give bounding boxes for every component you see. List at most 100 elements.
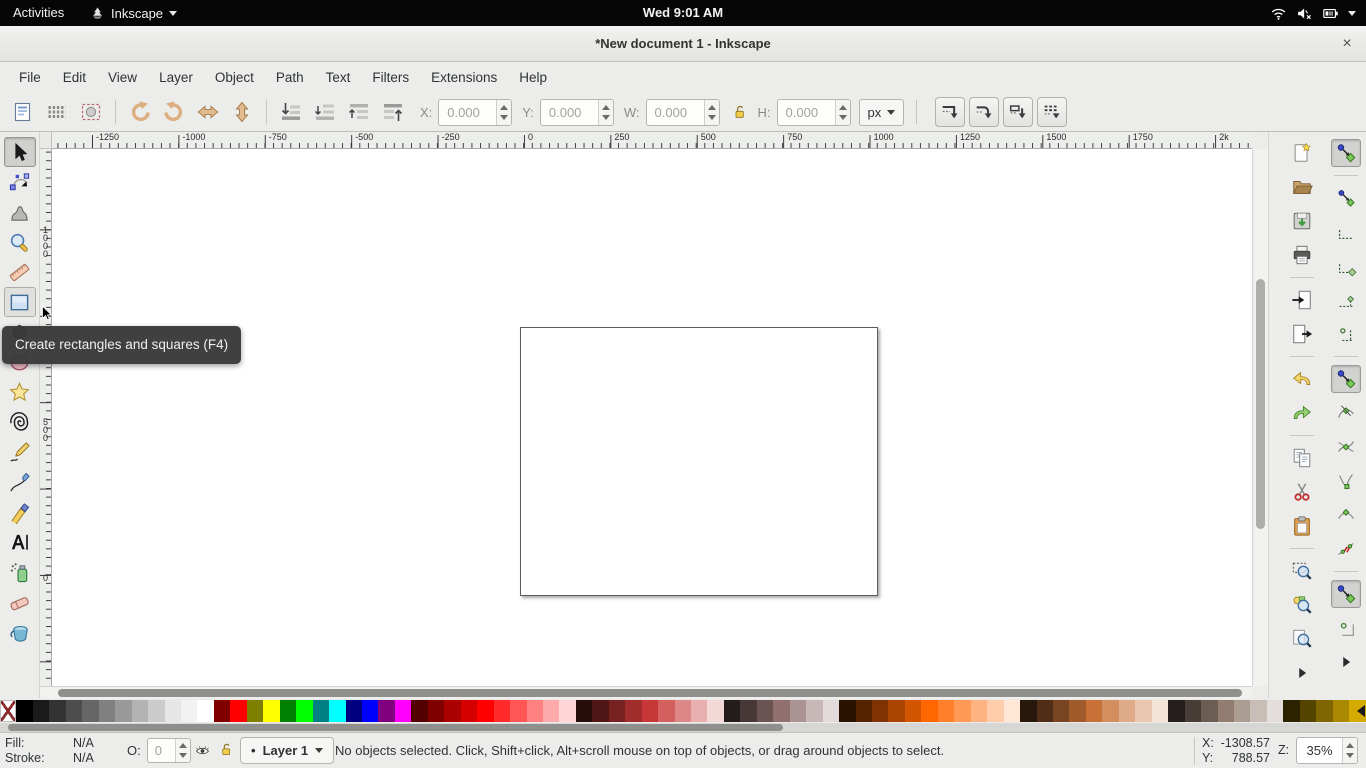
x-field[interactable]: 0.000 bbox=[438, 99, 512, 126]
color-swatch[interactable] bbox=[82, 700, 98, 722]
menu-item[interactable]: File bbox=[8, 62, 52, 93]
selector-tool[interactable] bbox=[4, 137, 36, 167]
title-bar[interactable]: *New document 1 - Inkscape × bbox=[0, 26, 1366, 62]
color-swatch[interactable] bbox=[740, 700, 756, 722]
color-swatch[interactable] bbox=[724, 700, 740, 722]
color-swatch[interactable] bbox=[0, 700, 16, 722]
clock[interactable]: Wed 9:01 AM bbox=[0, 0, 1366, 26]
color-swatch[interactable] bbox=[33, 700, 49, 722]
snap-expander[interactable] bbox=[1331, 648, 1361, 676]
snap-paths-toggle[interactable] bbox=[1331, 399, 1361, 427]
zoom-tool[interactable] bbox=[4, 227, 36, 257]
color-swatch[interactable] bbox=[49, 700, 65, 722]
snap-bbox-centers-toggle[interactable] bbox=[1331, 320, 1361, 348]
deselect-button[interactable] bbox=[76, 97, 106, 127]
color-swatch[interactable] bbox=[1135, 700, 1151, 722]
snap-button[interactable] bbox=[1334, 571, 1358, 572]
vertical-scrollbar[interactable] bbox=[1252, 149, 1268, 686]
layer-selector-dropdown[interactable]: • Layer 1 bbox=[240, 737, 334, 764]
new-document-button[interactable] bbox=[1287, 139, 1317, 167]
color-swatch[interactable] bbox=[444, 700, 460, 722]
palette-scrollbar[interactable] bbox=[0, 723, 1366, 732]
zoom-selection-button[interactable] bbox=[1287, 557, 1317, 585]
color-swatch[interactable] bbox=[1234, 700, 1250, 722]
close-window-button[interactable]: × bbox=[1336, 33, 1358, 55]
palette-scroll-arrow[interactable] bbox=[1357, 705, 1365, 717]
color-swatch[interactable] bbox=[790, 700, 806, 722]
color-swatch[interactable] bbox=[806, 700, 822, 722]
color-swatch[interactable] bbox=[642, 700, 658, 722]
spray-tool[interactable] bbox=[4, 557, 36, 587]
horizontal-scrollbar-thumb[interactable] bbox=[58, 689, 1242, 697]
menu-item[interactable]: Filters bbox=[361, 62, 420, 93]
rectangle-tool[interactable] bbox=[4, 287, 36, 317]
color-swatch[interactable] bbox=[576, 700, 592, 722]
toolbar-button[interactable] bbox=[115, 100, 116, 124]
menu-item[interactable]: Layer bbox=[148, 62, 204, 93]
horizontal-ruler[interactable]: -1250-1000-750-500-250025050075010001250… bbox=[52, 132, 1252, 149]
palette-scrollbar-thumb[interactable] bbox=[8, 724, 783, 731]
color-swatch[interactable] bbox=[559, 700, 575, 722]
color-swatch[interactable] bbox=[905, 700, 921, 722]
color-swatch[interactable] bbox=[411, 700, 427, 722]
zoom-drawing-button[interactable] bbox=[1287, 591, 1317, 619]
scale-corners-toggle[interactable] bbox=[969, 97, 999, 127]
color-swatch[interactable] bbox=[1037, 700, 1053, 722]
color-swatch[interactable] bbox=[757, 700, 773, 722]
snap-master-toggle[interactable] bbox=[1331, 139, 1361, 167]
color-swatch[interactable] bbox=[1333, 700, 1349, 722]
measure-tool[interactable] bbox=[4, 257, 36, 287]
snap-button[interactable] bbox=[1334, 175, 1358, 176]
system-tray[interactable] bbox=[1270, 0, 1356, 26]
snap-object-centers-toggle[interactable] bbox=[1331, 614, 1361, 642]
color-swatch[interactable] bbox=[1218, 700, 1234, 722]
save-document-button[interactable] bbox=[1287, 207, 1317, 235]
command-button[interactable] bbox=[1290, 548, 1314, 549]
color-swatch[interactable] bbox=[1283, 700, 1299, 722]
color-swatch[interactable] bbox=[691, 700, 707, 722]
color-swatch[interactable] bbox=[1267, 700, 1283, 722]
color-swatch[interactable] bbox=[378, 700, 394, 722]
color-swatch[interactable] bbox=[165, 700, 181, 722]
color-swatch[interactable] bbox=[197, 700, 213, 722]
color-swatch[interactable] bbox=[1316, 700, 1332, 722]
color-swatch[interactable] bbox=[675, 700, 691, 722]
color-swatch[interactable] bbox=[527, 700, 543, 722]
unit-dropdown[interactable]: px bbox=[859, 99, 905, 126]
color-swatch[interactable] bbox=[313, 700, 329, 722]
y-spinner[interactable] bbox=[598, 100, 613, 125]
color-swatch[interactable] bbox=[1300, 700, 1316, 722]
command-button[interactable] bbox=[1290, 435, 1314, 436]
color-swatch[interactable] bbox=[658, 700, 674, 722]
layer-lock-icon[interactable] bbox=[219, 742, 234, 757]
snap-bbox-midpoints-toggle[interactable] bbox=[1331, 286, 1361, 314]
color-swatch[interactable] bbox=[971, 700, 987, 722]
color-swatch[interactable] bbox=[1069, 700, 1085, 722]
color-swatch[interactable] bbox=[839, 700, 855, 722]
text-tool[interactable] bbox=[4, 527, 36, 557]
node-editor-tool[interactable] bbox=[4, 167, 36, 197]
toolbar-button[interactable] bbox=[266, 100, 267, 124]
command-button[interactable] bbox=[1290, 356, 1314, 357]
canvas[interactable] bbox=[52, 149, 1252, 686]
color-swatch[interactable] bbox=[987, 700, 1003, 722]
menu-item[interactable]: Text bbox=[315, 62, 362, 93]
spiral-tool[interactable] bbox=[4, 407, 36, 437]
color-swatch[interactable] bbox=[921, 700, 937, 722]
lower-to-bottom-button[interactable] bbox=[276, 97, 306, 127]
color-swatch[interactable] bbox=[1086, 700, 1102, 722]
color-swatch[interactable] bbox=[592, 700, 608, 722]
snap-intersections-toggle[interactable] bbox=[1331, 433, 1361, 461]
w-spinner[interactable] bbox=[704, 100, 719, 125]
color-swatch[interactable] bbox=[1004, 700, 1020, 722]
menu-item[interactable]: Path bbox=[265, 62, 315, 93]
color-swatch[interactable] bbox=[954, 700, 970, 722]
layer-visibility-icon[interactable] bbox=[195, 743, 210, 758]
move-gradients-toggle[interactable] bbox=[1003, 97, 1033, 127]
color-swatch[interactable] bbox=[280, 700, 296, 722]
snap-others-toggle[interactable] bbox=[1331, 580, 1361, 608]
undo-button[interactable] bbox=[1287, 365, 1317, 393]
eraser-tool[interactable] bbox=[4, 587, 36, 617]
cut-button[interactable] bbox=[1287, 478, 1317, 506]
x-spinner[interactable] bbox=[496, 100, 511, 125]
